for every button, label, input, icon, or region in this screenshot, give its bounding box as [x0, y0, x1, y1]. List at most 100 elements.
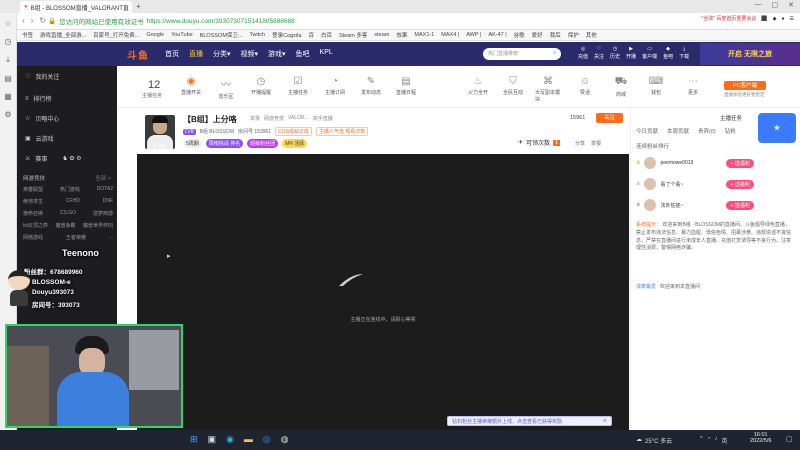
obs-icon[interactable]: ◍ [281, 434, 289, 445]
sidebar-item-cloud-game[interactable]: ▣ 云游戏 [25, 134, 54, 143]
clock[interactable]: 16:01 2022/5/6 [750, 432, 771, 444]
bookmark-item[interactable]: BLOSSOM保卫... [200, 31, 243, 39]
sidebar-item-center[interactable]: ☆ 贝略中心 [25, 114, 59, 123]
bookmark-item[interactable]: 保护 [568, 31, 579, 39]
function-item[interactable]: ☺ 赞话 [572, 76, 598, 96]
bookmark-item[interactable]: YouTube [171, 32, 193, 38]
bookmark-item[interactable]: 谷歌 [514, 31, 525, 39]
function-item[interactable]: ☑ 主播任务 [285, 76, 311, 96]
category-link[interactable]: 热门游戏 [60, 186, 80, 193]
network-icon[interactable]: ◔ [707, 436, 711, 445]
bookmark-item[interactable]: 效果 [396, 31, 407, 39]
header-icon[interactable]: ⤓ 下载 [679, 46, 689, 60]
extension-icon[interactable]: ● [781, 16, 784, 22]
site-logo[interactable]: 斗鱼 [127, 47, 149, 62]
close-icon[interactable]: ⊗ [603, 418, 607, 424]
extension-label[interactable]: "全球" 百度首页重要会议 [701, 15, 756, 22]
rank-row[interactable]: ♛ 法外狂徒~ + 送福利 [636, 199, 754, 211]
function-item[interactable]: ◷ 开播提醒 [248, 76, 274, 96]
bookmark-item[interactable]: 我后 [550, 31, 561, 39]
share-link[interactable]: 分享 举报 [575, 140, 601, 147]
start-icon[interactable]: ⊞ [190, 434, 198, 445]
category-link[interactable]: 造梦西游 [93, 210, 113, 217]
browser-tab[interactable]: ● B组 - BLOSSOM直播_VALORANT直 ✕ [20, 1, 132, 13]
tray-icons[interactable]: ^ ◔ ♪ 英 [700, 436, 727, 445]
nav-item[interactable]: 直播 [189, 49, 203, 59]
bookmark-item[interactable]: 其他 [586, 31, 597, 39]
note-icon[interactable]: ▤ [4, 74, 12, 83]
tag-chip[interactable]: COS成就达成 [275, 127, 312, 136]
edge-icon[interactable]: ◉ [226, 434, 234, 445]
bookmark-item[interactable]: 百 [308, 31, 314, 39]
task-count[interactable]: 12 [148, 79, 160, 91]
badge-chip[interactable]: 5周期 [183, 139, 202, 148]
game-link[interactable]: VALOR... [288, 115, 309, 122]
chat-header[interactable]: 主播任务 [720, 114, 742, 122]
tab-vip[interactable]: 贵宾(0) [698, 127, 716, 135]
rank-action[interactable]: + 送福利 [726, 179, 754, 189]
video-player[interactable]: 主播正在连线中，请耐心等候 钻石粉丝主播荣耀额外上线，点击查看已获得奖励 ⊗ ▸ [137, 154, 629, 430]
section-more-link[interactable]: 全部 > [95, 174, 111, 182]
bookmark-item[interactable]: 白百 [321, 31, 332, 39]
settings-icon[interactable]: ⚙ [4, 110, 11, 119]
explorer-icon[interactable]: ▬ [244, 434, 253, 445]
header-icon[interactable]: ◆ 鱼吧 [663, 46, 673, 60]
bookmark-item[interactable]: steam [374, 32, 389, 38]
function-item[interactable]: ⌨ 钱包 [643, 76, 669, 96]
report-link[interactable]: 举报 [250, 115, 260, 122]
function-item[interactable]: ⛉ 全民互动 [500, 76, 526, 96]
function-item[interactable]: ⛟ 商城 [608, 76, 634, 98]
function-item[interactable]: ♨ 火力全开 [465, 76, 491, 96]
star-icon[interactable]: ☆ [4, 19, 11, 28]
clock-icon[interactable]: ◷ [5, 37, 12, 46]
rank-row[interactable]: ♛ 看了个看~ + 送福利 [636, 178, 754, 190]
badge-chip[interactable]: 周榜挑战 排名 [205, 139, 244, 148]
category-link[interactable]: DNF [103, 198, 113, 205]
share-label[interactable]: 分享 [575, 140, 585, 147]
sub-category-link[interactable]: 高手直播 [313, 115, 333, 122]
badge-chip[interactable]: MR 活跃 [282, 139, 308, 148]
tab-week[interactable]: 本周贡献 [667, 127, 689, 135]
maximize-icon[interactable]: ▢ [772, 1, 779, 9]
nav-item[interactable]: 分类▾ [213, 49, 231, 59]
bookmark-item[interactable]: Steam 多客 [339, 31, 367, 39]
nav-item[interactable]: KPL [320, 49, 333, 59]
function-item[interactable]: 〰音乐区 [213, 76, 239, 100]
header-icon[interactable]: ◎ 充值 [578, 46, 588, 60]
header-icon[interactable]: ▭ 客户端 [642, 46, 657, 60]
chevron-up-icon[interactable]: ^ [700, 436, 703, 445]
back-icon[interactable]: ‹ [22, 16, 25, 25]
browser-icon[interactable]: ◎ [263, 434, 271, 445]
weather[interactable]: ☁ 25°C 多云 [636, 436, 672, 445]
nav-item[interactable]: 首页 [165, 49, 179, 59]
function-item[interactable]: ✎ 发布动态 [358, 76, 384, 96]
search-input[interactable]: 热门直播推荐 ⌕ [483, 48, 561, 60]
nav-buttons[interactable]: ‹ › ↻ [22, 16, 46, 25]
app-icon[interactable]: ▦ [4, 92, 12, 101]
rank-action[interactable]: + 送福利 [726, 158, 754, 168]
bookmark-item[interactable]: Google [146, 32, 164, 38]
bookmark-item[interactable]: 书签 [22, 31, 33, 39]
category-link[interactable]: 魔兽世界怀旧 [83, 222, 113, 229]
category-link[interactable]: 魔兽争霸 [55, 222, 75, 229]
report-label[interactable]: 举报 [591, 140, 601, 147]
menu-icon[interactable]: ☰ [790, 16, 794, 22]
header-icon[interactable]: ♡ 关注 [594, 46, 604, 60]
sidebar-item-rank[interactable]: ≡ 排行榜 [25, 94, 52, 104]
forward-icon[interactable]: › [31, 16, 34, 25]
bookmark-item[interactable]: AWP | [466, 32, 481, 38]
bookmark-item[interactable]: MAX1-1 [414, 32, 434, 38]
function-item[interactable]: ◉ 直播开关 [178, 76, 204, 96]
new-tab-button[interactable]: + [136, 2, 141, 11]
video-hint-banner[interactable]: 钻石粉丝主播荣耀额外上线，点击查看已获得奖励 ⊗ [447, 416, 612, 426]
bookmark-item[interactable]: 爱好 [532, 31, 543, 39]
rank-action[interactable]: + 送福利 [726, 200, 754, 210]
volume-icon[interactable]: ♪ [714, 436, 717, 445]
refresh-icon[interactable]: ↻ [39, 16, 46, 25]
notification-icon[interactable]: ▢ [786, 435, 793, 443]
function-item[interactable]: ⌘ 大写副本模块 [535, 76, 561, 103]
search-icon[interactable]: ⌕ [553, 50, 556, 56]
promo-banner[interactable]: 开启 无限之旅 [700, 43, 800, 65]
window-controls[interactable]: — ▢ ✕ [755, 1, 795, 9]
header-icon[interactable]: ◷ 历史 [610, 46, 620, 60]
